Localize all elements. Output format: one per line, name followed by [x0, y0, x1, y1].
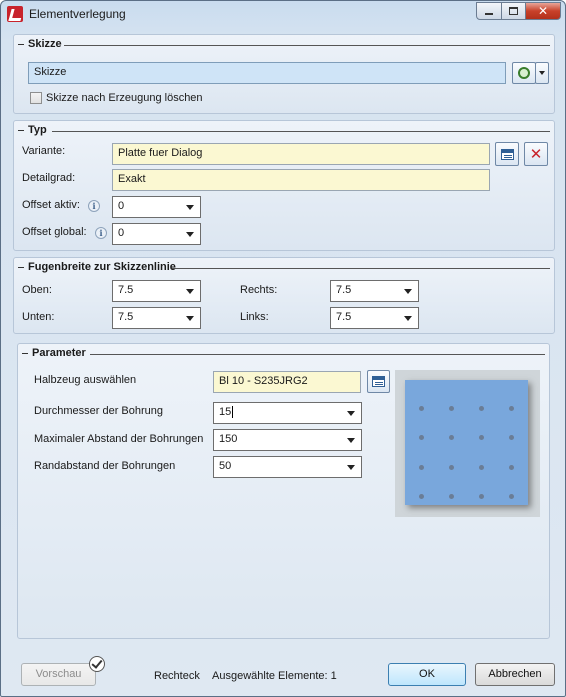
chevron-down-icon — [404, 289, 412, 294]
hole-marker — [509, 406, 514, 411]
offset-global-label: Offset global: — [22, 226, 87, 238]
chevron-down-icon — [347, 438, 355, 443]
hole-marker — [419, 406, 424, 411]
offset-aktiv-label: Offset aktiv: — [22, 199, 80, 211]
plate-preview-shape — [405, 380, 528, 505]
sketch-field[interactable]: Skizze — [28, 62, 506, 84]
close-button[interactable]: ✕ — [525, 2, 561, 20]
delete-sketch-label: Skizze nach Erzeugung löschen — [46, 92, 203, 104]
title-bar[interactable]: Elementverlegung ✕ — [1, 1, 565, 27]
unten-select[interactable]: 7.5 — [112, 307, 201, 329]
sketch-options-dropdown[interactable] — [535, 62, 549, 84]
oben-label: Oben: — [22, 284, 52, 296]
list-icon — [500, 148, 514, 160]
pick-sketch-button[interactable] — [512, 62, 536, 84]
halbzeug-label: Halbzeug auswählen — [34, 374, 137, 386]
oben-select[interactable]: 7.5 — [112, 280, 201, 302]
section-typ-header: Typ — [18, 124, 47, 136]
section-fugenbreite-header: Fugenbreite zur Skizzenlinie — [18, 261, 176, 273]
chevron-down-icon — [347, 411, 355, 416]
variante-delete-button[interactable]: ✕ — [524, 142, 548, 166]
hole-marker — [419, 494, 424, 499]
minimize-icon — [485, 13, 493, 15]
hole-marker — [449, 494, 454, 499]
section-parameter-header: Parameter — [22, 347, 86, 359]
offset-aktiv-select[interactable]: 0 — [112, 196, 201, 218]
checkmark-icon — [89, 656, 105, 672]
section-fugenbreite: Fugenbreite zur Skizzenlinie Oben: 7.5 R… — [13, 257, 555, 334]
links-label: Links: — [240, 311, 269, 323]
delete-sketch-checkbox[interactable] — [30, 92, 42, 104]
window-title: Elementverlegung — [29, 7, 126, 21]
hole-marker — [509, 435, 514, 440]
durchmesser-label: Durchmesser der Bohrung — [34, 405, 164, 417]
pick-sketch-icon — [518, 67, 530, 79]
offset-global-info-icon[interactable]: i — [95, 227, 107, 239]
detailgrad-field[interactable]: Exakt — [112, 169, 490, 191]
vorschau-button[interactable]: Vorschau — [21, 663, 96, 686]
chevron-down-icon — [186, 316, 194, 321]
ok-button[interactable]: OK — [388, 663, 466, 686]
section-skizze-header: Skizze — [18, 38, 62, 50]
offset-global-select[interactable]: 0 — [112, 223, 201, 245]
shape-label: Rechteck — [154, 670, 200, 682]
randabstand-select[interactable]: 50 — [213, 456, 362, 478]
hole-marker — [479, 435, 484, 440]
cancel-button[interactable]: Abbrechen — [475, 663, 555, 686]
hole-marker — [419, 435, 424, 440]
minimize-button[interactable] — [476, 2, 502, 20]
durchmesser-select[interactable]: 15 — [213, 402, 362, 424]
plate-preview-image — [395, 370, 540, 517]
hole-marker — [479, 465, 484, 470]
detailgrad-label: Detailgrad: — [22, 172, 76, 184]
chevron-down-icon — [186, 232, 194, 237]
variante-label: Variante: — [22, 145, 66, 157]
rechts-label: Rechts: — [240, 284, 278, 296]
selected-count-label: Ausgewählte Elemente: 1 — [212, 670, 337, 682]
hole-marker — [449, 406, 454, 411]
hole-marker — [509, 494, 514, 499]
hole-marker — [449, 465, 454, 470]
app-logo-icon — [7, 6, 23, 22]
section-skizze: Skizze Skizze Skizze nach Erzeugung lösc… — [13, 34, 555, 114]
rechts-select[interactable]: 7.5 — [330, 280, 419, 302]
chevron-down-icon — [186, 205, 194, 210]
close-icon: ✕ — [537, 4, 549, 18]
delete-icon: ✕ — [529, 145, 543, 163]
chevron-down-icon — [186, 289, 194, 294]
dialog-window: Elementverlegung ✕ Skizze Skizze Skizze … — [0, 0, 566, 697]
chevron-down-icon — [539, 71, 545, 75]
hole-marker — [509, 465, 514, 470]
max-abstand-select[interactable]: 150 — [213, 429, 362, 451]
randabstand-label: Randabstand der Bohrungen — [34, 460, 176, 472]
variante-list-button[interactable] — [495, 142, 519, 166]
section-typ: Typ Variante: Platte fuer Dialog ✕ Detai… — [13, 120, 555, 251]
hole-marker — [419, 465, 424, 470]
hole-marker — [479, 494, 484, 499]
hole-marker — [449, 435, 454, 440]
halbzeug-field[interactable]: Bl 10 - S235JRG2 — [213, 371, 361, 393]
links-select[interactable]: 7.5 — [330, 307, 419, 329]
maximize-button[interactable] — [501, 2, 526, 20]
max-abstand-label: Maximaler Abstand der Bohrungen — [34, 433, 204, 445]
chevron-down-icon — [404, 316, 412, 321]
hole-marker — [479, 406, 484, 411]
chevron-down-icon — [347, 465, 355, 470]
maximize-icon — [509, 7, 518, 15]
list-icon — [372, 376, 385, 387]
variante-field[interactable]: Platte fuer Dialog — [112, 143, 490, 165]
unten-label: Unten: — [22, 311, 55, 323]
offset-aktiv-info-icon[interactable]: i — [88, 200, 100, 212]
halbzeug-list-button[interactable] — [367, 370, 390, 393]
